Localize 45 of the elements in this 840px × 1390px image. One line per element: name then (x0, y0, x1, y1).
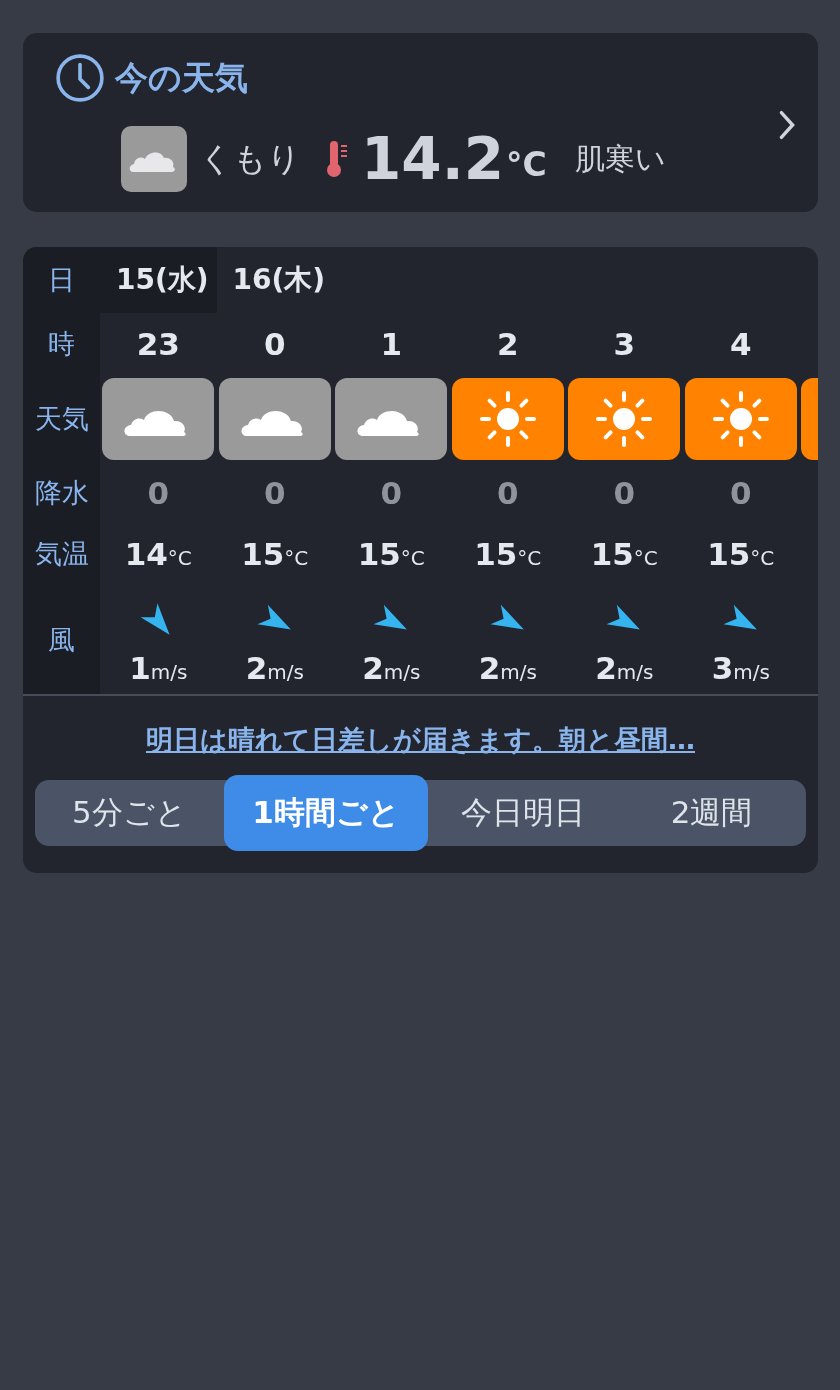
row-label: 気温 (33, 537, 90, 571)
precipitation-value: 0 (496, 475, 519, 511)
hour-label: 2 (496, 326, 519, 362)
forecast-summary-link[interactable]: 明日は晴れて日差しが届きます。朝と昼間… (146, 722, 695, 758)
temperature-value: 15°C (590, 536, 658, 572)
period-tab[interactable]: 2週間 (617, 780, 806, 846)
temperature-value: 15°C (241, 536, 309, 572)
wind-speed-value: 3m/s (711, 649, 770, 686)
row-label: 時 (47, 327, 76, 361)
wind-speed-value: 2m/s (362, 649, 421, 686)
wind-speed-value: 2m/s (595, 649, 654, 686)
feels-like-text: 肌寒い (574, 139, 666, 178)
row-label: 風 (47, 622, 76, 657)
precipitation-value: 0 (147, 475, 170, 511)
clock-icon (55, 53, 105, 103)
precipitation-value: 0 (729, 475, 752, 511)
date-label: 16(木) (232, 262, 326, 298)
hour-label: 4 (729, 326, 752, 362)
hour-label: 23 (136, 326, 180, 362)
wind-speed-value: 2m/s (478, 649, 537, 686)
row-label: 天気 (33, 402, 90, 436)
hour-label: 1 (380, 326, 403, 362)
current-weather-card[interactable]: 今の天気 くもり 14.2°C 肌寒い (23, 33, 818, 212)
temperature-unit: °C (506, 144, 547, 184)
period-tab[interactable]: 今日明日 (428, 780, 618, 846)
condition-text: くもり (199, 137, 301, 180)
chevron-right-icon (778, 109, 796, 141)
precipitation-value: 0 (380, 475, 403, 511)
period-tab[interactable]: 1時間ごと (223, 775, 429, 851)
date-label: 15(水) (116, 262, 209, 298)
temperature-value: 15°C (357, 536, 425, 572)
hour-label: 0 (263, 326, 286, 362)
temperature-value: 14.2 (361, 125, 505, 193)
temperature-value: 14°C (124, 536, 192, 572)
wind-speed-value: 2m/s (245, 649, 304, 686)
wind-speed-value: 1m/s (129, 649, 188, 686)
precipitation-value: 0 (263, 475, 286, 511)
hour-label: 3 (613, 326, 636, 362)
period-tab[interactable]: 5分ごと (35, 780, 224, 846)
temperature-value: 15°C (474, 536, 542, 572)
row-label: 日 (47, 263, 76, 297)
card-title: 今の天気 (115, 56, 248, 99)
precipitation-value: 0 (613, 475, 636, 511)
temperature-value: 15°C (707, 536, 775, 572)
row-label: 降水 (33, 476, 90, 510)
